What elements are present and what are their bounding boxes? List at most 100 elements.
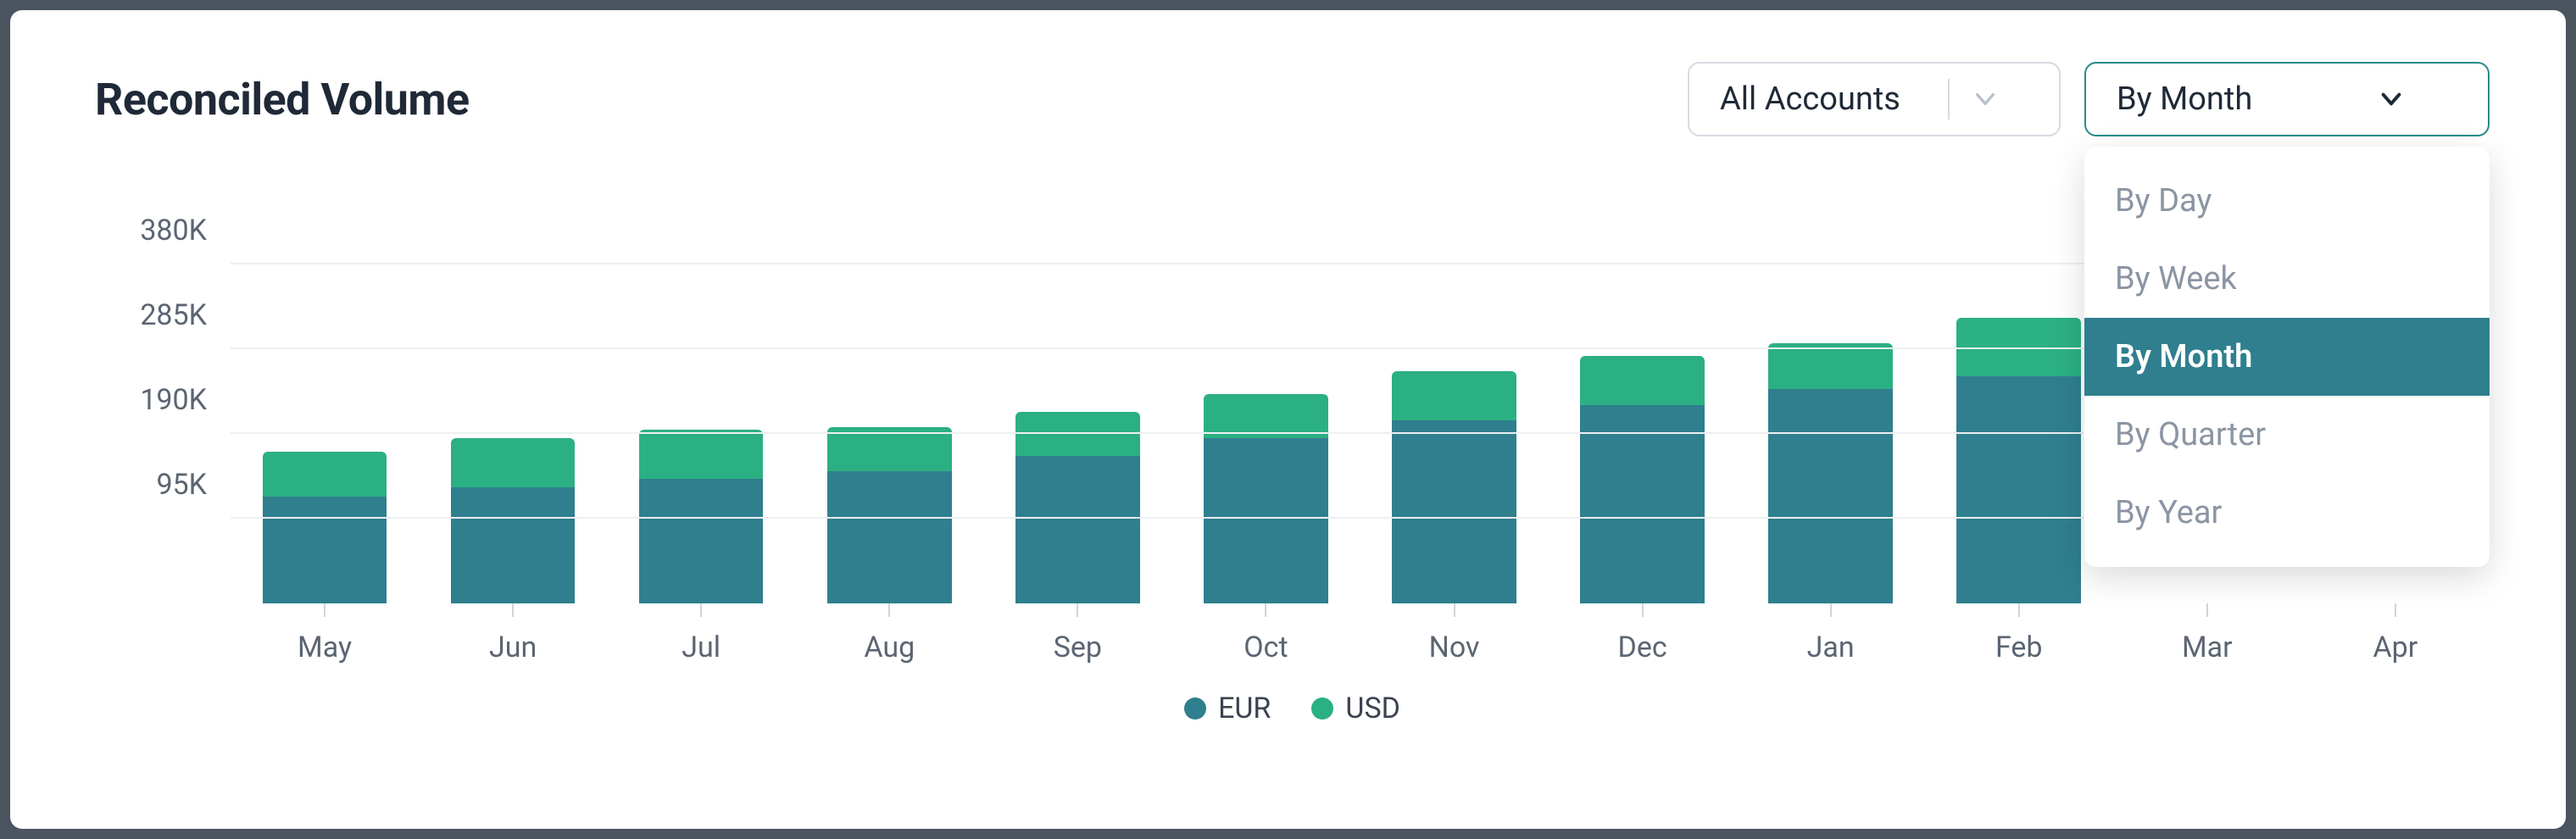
bar-segment-usd	[1392, 371, 1516, 420]
x-tick-mark	[2395, 603, 2396, 617]
chevron-down-icon	[1970, 84, 2000, 114]
x-tick-label: May	[298, 631, 352, 664]
legend: EUR USD	[95, 692, 2490, 725]
bar-segment-usd	[263, 452, 387, 497]
bar-segment-usd	[451, 438, 576, 487]
x-axis: May Jun Jul Aug Sep Oct Nov Dec Jan Feb Mar Apr	[231, 615, 2490, 675]
legend-item-usd[interactable]: USD	[1311, 692, 1400, 725]
bar-dec[interactable]	[1580, 356, 1705, 603]
bar-slot	[607, 180, 795, 603]
chevron-down-icon	[2376, 84, 2406, 114]
x-tick-mark	[2018, 603, 2020, 617]
x-tick-mark	[1265, 603, 1266, 617]
x-tick-label: Dec	[1618, 631, 1667, 664]
select-spacer	[2354, 79, 2356, 119]
x-tick-mark	[1454, 603, 1455, 617]
x-tick-mark	[1077, 603, 1078, 617]
x-tick: Nov	[1360, 615, 1548, 675]
period-option-by-day[interactable]: By Day	[2084, 162, 2490, 240]
x-tick-label: Oct	[1243, 631, 1288, 664]
x-tick-label: Feb	[1995, 631, 2043, 664]
bar-slot	[795, 180, 983, 603]
bar-jan[interactable]	[1768, 343, 1893, 603]
card-header: Reconciled Volume All Accounts By Month …	[95, 61, 2490, 137]
x-tick: Oct	[1171, 615, 1360, 675]
x-tick: Sep	[983, 615, 1171, 675]
period-select[interactable]: By Month By DayBy WeekBy MonthBy Quarter…	[2084, 62, 2490, 136]
bar-slot	[1360, 180, 1548, 603]
x-tick: Dec	[1549, 615, 1737, 675]
bar-segment-eur	[639, 479, 764, 603]
bar-segment-eur	[1204, 438, 1328, 603]
bar-sep[interactable]	[1015, 412, 1140, 603]
y-tick-label: 190K	[97, 383, 207, 417]
bar-segment-eur	[1580, 405, 1705, 603]
y-tick-label: 380K	[97, 214, 207, 247]
bar-oct[interactable]	[1204, 394, 1328, 603]
card-controls: All Accounts By Month By DayBy WeekBy Mo…	[1688, 62, 2490, 136]
y-tick-label: 285K	[97, 298, 207, 332]
x-tick-mark	[324, 603, 325, 617]
bar-segment-usd	[1580, 356, 1705, 405]
accounts-select-label: All Accounts	[1720, 81, 1900, 118]
x-tick-mark	[1830, 603, 1832, 617]
bar-slot	[1171, 180, 1360, 603]
period-select-label: By Month	[2117, 81, 2252, 118]
x-tick: Aug	[795, 615, 983, 675]
legend-swatch	[1184, 697, 1206, 720]
x-tick-mark	[512, 603, 514, 617]
x-tick-label: Apr	[2373, 631, 2417, 664]
x-tick-label: Aug	[864, 631, 915, 664]
y-tick-label: 95K	[97, 468, 207, 502]
x-tick-mark	[1642, 603, 1644, 617]
bar-segment-eur	[451, 487, 576, 603]
bar-nov[interactable]	[1392, 371, 1516, 603]
bar-segment-eur	[263, 497, 387, 603]
bar-segment-usd	[639, 430, 764, 479]
bar-aug[interactable]	[827, 427, 952, 603]
x-tick: Mar	[2113, 615, 2301, 675]
legend-label: USD	[1345, 692, 1400, 725]
bar-segment-usd	[1015, 412, 1140, 457]
bar-slot	[231, 180, 419, 603]
bar-jun[interactable]	[451, 438, 576, 603]
x-tick: Jul	[607, 615, 795, 675]
bar-may[interactable]	[263, 452, 387, 603]
period-dropdown: By DayBy WeekBy MonthBy QuarterBy Year	[2084, 147, 2490, 567]
bar-segment-usd	[1768, 343, 1893, 390]
x-tick-label: Jun	[489, 631, 537, 664]
period-option-by-quarter[interactable]: By Quarter	[2084, 396, 2490, 474]
bar-segment-eur	[1015, 456, 1140, 603]
bar-segment-eur	[1768, 389, 1893, 603]
x-tick-label: Nov	[1429, 631, 1480, 664]
x-tick: May	[231, 615, 419, 675]
x-tick-label: Sep	[1054, 631, 1102, 664]
legend-swatch	[1311, 697, 1333, 720]
bar-segment-eur	[1956, 376, 2081, 603]
x-tick: Apr	[2301, 615, 2490, 675]
x-tick-label: Mar	[2182, 631, 2233, 664]
period-option-by-year[interactable]: By Year	[2084, 474, 2490, 552]
x-tick: Feb	[1925, 615, 2113, 675]
x-tick: Jan	[1737, 615, 1925, 675]
bar-slot	[419, 180, 607, 603]
card-title: Reconciled Volume	[95, 74, 470, 125]
x-tick-label: Jan	[1807, 631, 1855, 664]
x-tick-label: Jul	[682, 631, 721, 664]
legend-label: EUR	[1218, 692, 1271, 725]
bar-slot	[1549, 180, 1737, 603]
x-tick: Jun	[419, 615, 607, 675]
legend-item-eur[interactable]: EUR	[1184, 692, 1271, 725]
bar-segment-eur	[827, 471, 952, 603]
accounts-select[interactable]: All Accounts	[1688, 62, 2061, 136]
period-option-by-week[interactable]: By Week	[2084, 240, 2490, 318]
y-axis: 95K 190K 285K 380K	[95, 180, 231, 603]
x-tick-mark	[700, 603, 702, 617]
bar-feb[interactable]	[1956, 318, 2081, 603]
bar-segment-eur	[1392, 420, 1516, 603]
reconciled-volume-card: Reconciled Volume All Accounts By Month …	[10, 10, 2566, 829]
period-option-by-month[interactable]: By Month	[2084, 318, 2490, 396]
bar-slot	[983, 180, 1171, 603]
x-tick-mark	[888, 603, 890, 617]
bar-slot	[1737, 180, 1925, 603]
